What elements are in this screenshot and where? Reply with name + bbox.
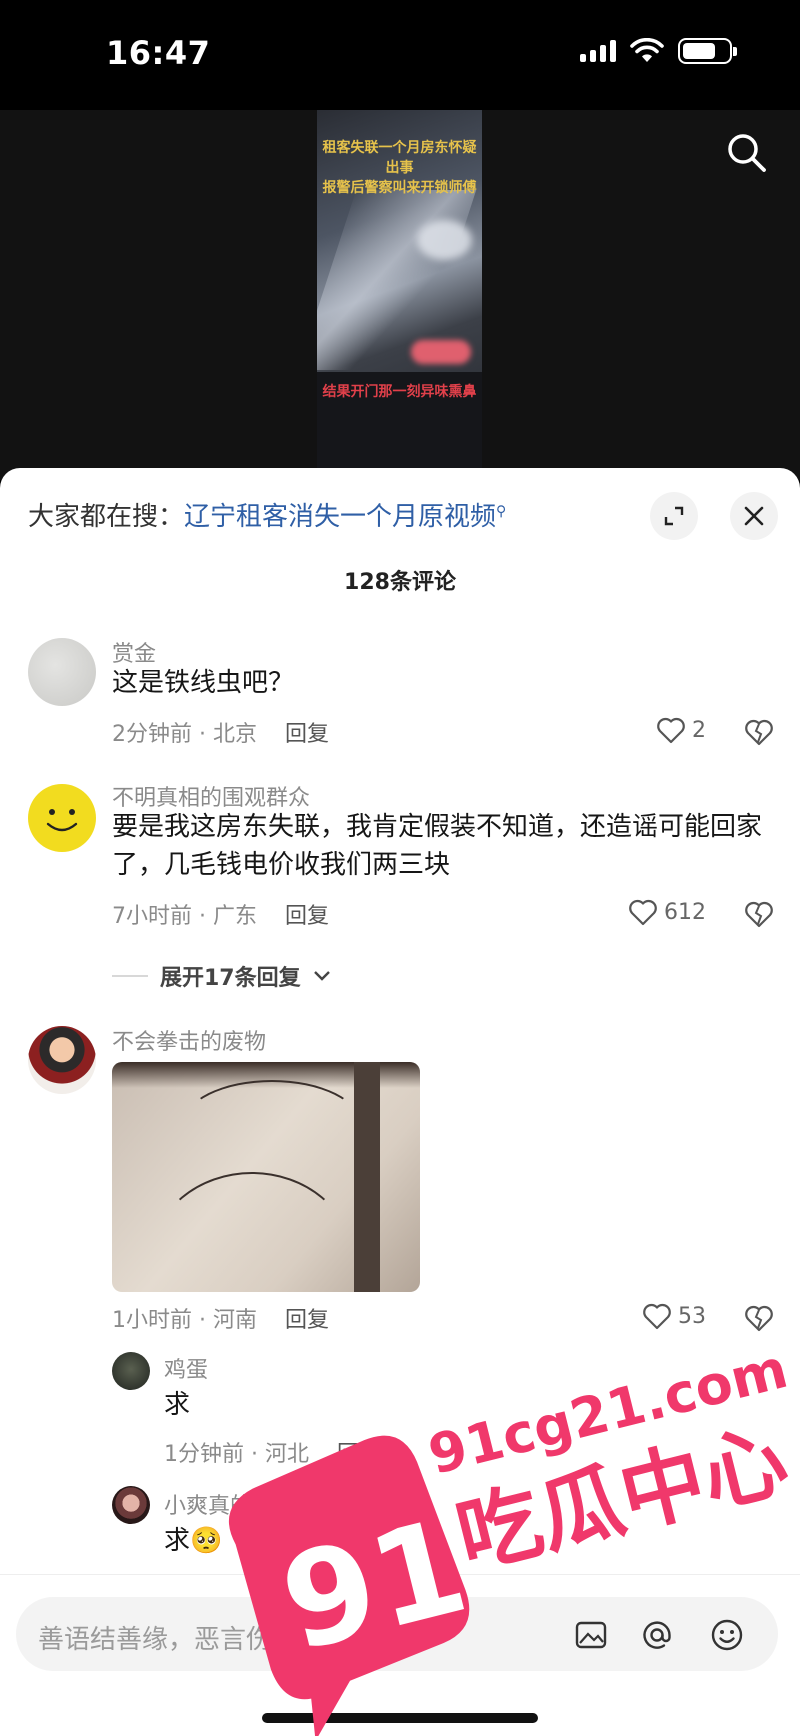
reply-avatar[interactable] <box>112 1352 150 1390</box>
reply-avatar[interactable] <box>112 1486 150 1524</box>
dislike-icon[interactable] <box>744 900 774 928</box>
comment-meta: 1小时前 · 河南 回复 <box>112 1302 329 1334</box>
comment-time-location: 2分钟前 · 北京 <box>112 722 257 747</box>
dislike-icon[interactable] <box>744 1304 774 1332</box>
dislike-icon[interactable] <box>744 718 774 746</box>
video-frame: 租客失联一个月房东怀疑出事 报警后警察叫来开锁师傅 结果开门那一刻异味熏鼻 <box>317 110 482 480</box>
video-player[interactable]: 租客失联一个月房东怀疑出事 报警后警察叫来开锁师傅 结果开门那一刻异味熏鼻 <box>0 110 800 480</box>
heart-icon <box>643 1303 671 1330</box>
comment-time-location: 7小时前 · 广东 <box>112 904 257 929</box>
expand-sheet-button[interactable] <box>650 492 698 540</box>
close-icon <box>744 506 764 526</box>
avatar[interactable] <box>28 1026 96 1094</box>
close-sheet-button[interactable] <box>730 492 778 540</box>
reply-time-location: 1分钟前 · 河北 <box>164 1442 309 1467</box>
reply-button[interactable]: 回复 <box>285 904 329 929</box>
trending-prefix: 大家都在搜： <box>28 502 185 532</box>
like-count: 2 <box>692 717 706 743</box>
reply-button[interactable]: 回复 <box>285 722 329 747</box>
status-time: 16:47 <box>106 34 211 72</box>
comment-text: 要是我这房东失联，我肯定假装不知道，还造谣可能回家了，几毛钱电价收我们两三块 <box>112 812 763 880</box>
comment-username[interactable]: 不会拳击的废物 <box>112 1024 266 1056</box>
trending-search-link[interactable]: 辽宁租客消失一个月原视频 <box>184 502 496 532</box>
mini-search-icon: ⚲ <box>496 503 507 520</box>
comment-input-bar: 善语结善缘，恶言伤人心 <box>0 1574 800 1736</box>
comment-image[interactable] <box>112 1062 420 1292</box>
comment-text: 这是铁线虫吧？ <box>112 668 295 698</box>
trending-search[interactable]: 大家都在搜：辽宁租客消失一个月原视频⚲ <box>28 496 506 533</box>
like-count: 612 <box>664 899 706 925</box>
heart-icon <box>657 717 685 744</box>
comment-meta: 2分钟前 · 北京 回复 <box>112 716 329 748</box>
video-caption-top: 租客失联一个月房东怀疑出事 报警后警察叫来开锁师傅 <box>322 140 477 196</box>
home-indicator[interactable] <box>262 1713 538 1723</box>
cellular-signal-icon <box>580 40 616 62</box>
chevron-down-icon <box>313 971 330 981</box>
image-icon[interactable] <box>572 1616 610 1654</box>
heart-icon <box>629 899 657 926</box>
reply-text: 求🥺 <box>164 1526 223 1556</box>
like-button[interactable]: 612 <box>628 898 706 926</box>
comment-meta: 7小时前 · 广东 回复 <box>112 898 329 930</box>
comment-time-location: 1小时前 · 河南 <box>112 1308 257 1333</box>
comments-sheet: 大家都在搜：辽宁租客消失一个月原视频⚲ 128条评论 赏金 这是铁线虫吧？ 2分… <box>0 468 800 1736</box>
comment-input[interactable]: 善语结善缘，恶言伤人心 <box>16 1597 778 1671</box>
reply-button[interactable]: 回复 <box>285 1308 329 1333</box>
comment-count: 128条评论 <box>344 570 456 595</box>
comment-input-placeholder: 善语结善缘，恶言伤人心 <box>38 1625 325 1655</box>
like-button[interactable]: 2 <box>656 716 706 744</box>
status-bar: 16:47 <box>0 0 800 110</box>
like-count: 53 <box>678 1303 706 1329</box>
reply-meta: 1分钟前 · 河北 回复 <box>164 1436 381 1468</box>
expand-replies-label: 展开17条回复 <box>160 966 301 991</box>
video-caption-bottom: 结果开门那一刻异味熏鼻 <box>322 384 477 400</box>
reply-username[interactable]: 鸡蛋 <box>164 1352 208 1384</box>
expand-icon <box>664 506 684 526</box>
reply-button[interactable]: 回复 <box>337 1442 381 1467</box>
reply-username[interactable]: 小爽真的没喝多. <box>164 1488 325 1520</box>
status-icons <box>580 38 737 64</box>
avatar[interactable] <box>28 784 96 852</box>
wifi-icon <box>630 38 664 62</box>
battery-icon <box>678 38 737 64</box>
expand-replies-button[interactable]: 展开17条回复 <box>112 960 331 992</box>
avatar[interactable] <box>28 638 96 706</box>
like-button[interactable]: 53 <box>642 1302 706 1330</box>
mention-icon[interactable] <box>638 1616 676 1654</box>
reply-text: 求 <box>164 1390 191 1420</box>
search-icon[interactable] <box>724 130 770 176</box>
emoji-icon[interactable] <box>708 1616 746 1654</box>
smiley-face-icon <box>46 809 78 832</box>
